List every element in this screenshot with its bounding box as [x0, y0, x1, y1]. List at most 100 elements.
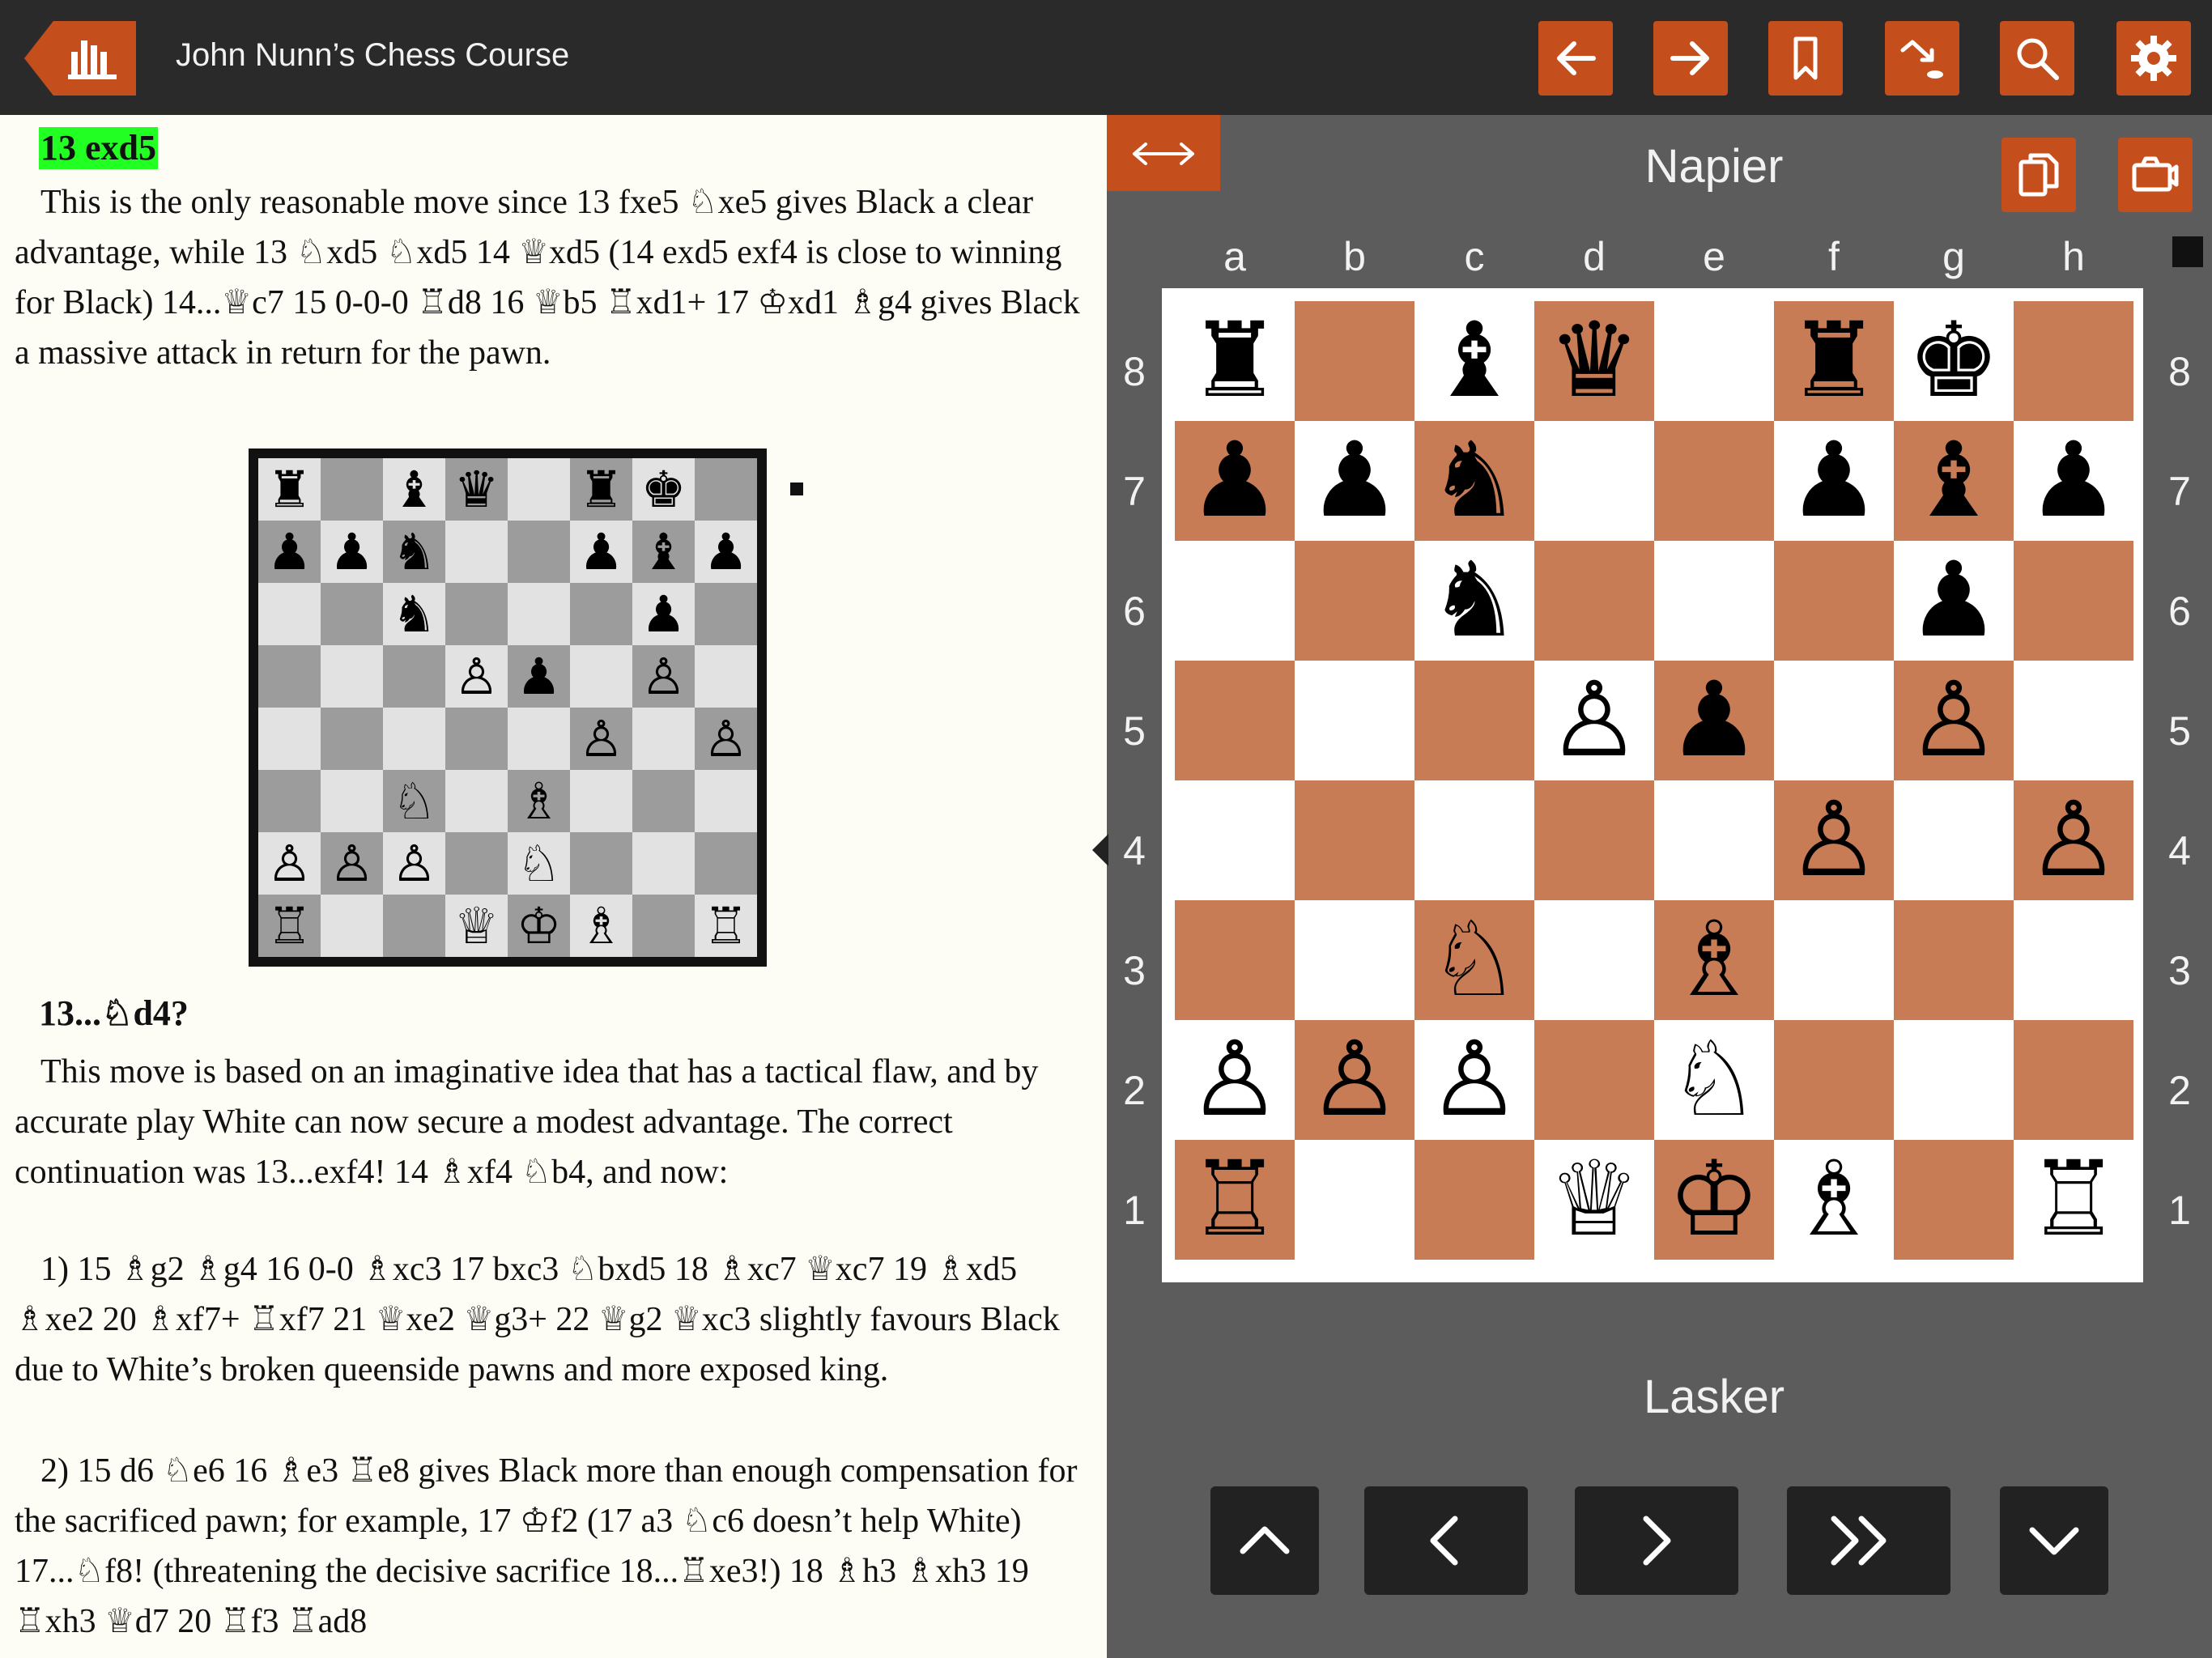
board-square-h6[interactable]	[2014, 541, 2133, 661]
diagram-square-d6[interactable]	[445, 583, 508, 645]
diagram-square-g3[interactable]	[632, 770, 695, 832]
settings-button[interactable]	[2116, 21, 2191, 96]
board-square-c5[interactable]	[1414, 661, 1534, 780]
diagram-square-f8[interactable]: ♜	[570, 458, 632, 521]
first-move-button[interactable]	[1210, 1486, 1319, 1595]
board-square-b3[interactable]	[1295, 900, 1414, 1020]
diagram-square-a5[interactable]	[258, 645, 321, 708]
board-square-h8[interactable]	[2014, 301, 2133, 421]
board-square-c1[interactable]	[1414, 1140, 1534, 1260]
diagram-square-h4[interactable]: ♙	[695, 708, 757, 770]
diagram-square-g7[interactable]: ♝	[632, 521, 695, 583]
diagram-square-c5[interactable]	[383, 645, 445, 708]
diagram-square-d2[interactable]	[445, 832, 508, 895]
diagram-square-f1[interactable]: ♗	[570, 895, 632, 957]
board-square-e8[interactable]	[1654, 301, 1774, 421]
diagram-square-a8[interactable]: ♜	[258, 458, 321, 521]
diagram-square-g8[interactable]: ♚	[632, 458, 695, 521]
board-square-e6[interactable]	[1654, 541, 1774, 661]
board-square-d5[interactable]: ♙	[1534, 661, 1654, 780]
diagram-square-d4[interactable]	[445, 708, 508, 770]
diagram-square-f4[interactable]: ♙	[570, 708, 632, 770]
board-square-f7[interactable]: ♟	[1774, 421, 1894, 541]
board-square-h1[interactable]: ♖	[2014, 1140, 2133, 1260]
diagram-square-f5[interactable]	[570, 645, 632, 708]
diagram-square-h8[interactable]	[695, 458, 757, 521]
board-square-b2[interactable]: ♙	[1295, 1020, 1414, 1140]
diagram-square-b4[interactable]	[321, 708, 383, 770]
diagram-square-g1[interactable]	[632, 895, 695, 957]
diagram-square-g6[interactable]: ♟	[632, 583, 695, 645]
board-square-b1[interactable]	[1295, 1140, 1414, 1260]
move-heading[interactable]: 13...♘d4?	[39, 992, 189, 1035]
pane-divider-handle[interactable]	[1092, 834, 1108, 866]
diagram-square-f2[interactable]	[570, 832, 632, 895]
previous-move-button[interactable]	[1364, 1486, 1528, 1595]
board-square-a1[interactable]: ♖	[1175, 1140, 1295, 1260]
board-square-e5[interactable]: ♟	[1654, 661, 1774, 780]
board-square-h7[interactable]: ♟	[2014, 421, 2133, 541]
diagram-square-e1[interactable]: ♔	[508, 895, 570, 957]
last-move-button[interactable]	[2000, 1486, 2108, 1595]
diagram-square-a4[interactable]	[258, 708, 321, 770]
board-square-d1[interactable]: ♕	[1534, 1140, 1654, 1260]
diagram-square-b2[interactable]: ♙	[321, 832, 383, 895]
diagram-square-c8[interactable]: ♝	[383, 458, 445, 521]
board-square-h2[interactable]	[2014, 1020, 2133, 1140]
board-square-e7[interactable]	[1654, 421, 1774, 541]
diagram-square-a3[interactable]	[258, 770, 321, 832]
diagram-square-b1[interactable]	[321, 895, 383, 957]
board-square-g2[interactable]	[1894, 1020, 2014, 1140]
diagram-square-e4[interactable]	[508, 708, 570, 770]
bookmark-button[interactable]	[1768, 21, 1843, 96]
diagram-square-d7[interactable]	[445, 521, 508, 583]
search-button[interactable]	[2000, 21, 2074, 96]
diagram-square-h2[interactable]	[695, 832, 757, 895]
board-square-f2[interactable]	[1774, 1020, 1894, 1140]
diagram-square-f3[interactable]	[570, 770, 632, 832]
diagram-square-e7[interactable]	[508, 521, 570, 583]
board-square-c4[interactable]	[1414, 780, 1534, 900]
diagram-square-c4[interactable]	[383, 708, 445, 770]
board-square-a3[interactable]	[1175, 900, 1295, 1020]
diagram-square-h7[interactable]: ♟	[695, 521, 757, 583]
board-square-e3[interactable]: ♗	[1654, 900, 1774, 1020]
chess-board[interactable]: ♜ ♝ ♛ ♜ ♚ ♟ ♟ ♞ ♟ ♝ ♟ ♞ ♟ ♙ ♟ ♙ ♙ ♙ ♘ ♗ ♙ ♙ ♙ ♘ ♖ ♕ ♔ ♗ ♖	[1162, 288, 2143, 1282]
board-square-b6[interactable]	[1295, 541, 1414, 661]
diagram-square-h1[interactable]: ♖	[695, 895, 757, 957]
diagram-square-c7[interactable]: ♞	[383, 521, 445, 583]
board-square-f3[interactable]	[1774, 900, 1894, 1020]
board-square-d6[interactable]	[1534, 541, 1654, 661]
board-square-c6[interactable]: ♞	[1414, 541, 1534, 661]
board-square-g4[interactable]	[1894, 780, 2014, 900]
diagram-square-a7[interactable]: ♟	[258, 521, 321, 583]
board-square-e1[interactable]: ♔	[1654, 1140, 1774, 1260]
play-forward-button[interactable]	[1787, 1486, 1950, 1595]
diagram-square-c2[interactable]: ♙	[383, 832, 445, 895]
diagram-square-a2[interactable]: ♙	[258, 832, 321, 895]
board-square-f5[interactable]	[1774, 661, 1894, 780]
library-back-button[interactable]	[24, 21, 136, 96]
board-square-h4[interactable]: ♙	[2014, 780, 2133, 900]
next-move-button[interactable]	[1575, 1486, 1738, 1595]
board-square-b4[interactable]	[1295, 780, 1414, 900]
board-square-a4[interactable]	[1175, 780, 1295, 900]
board-square-a6[interactable]	[1175, 541, 1295, 661]
board-square-a2[interactable]: ♙	[1175, 1020, 1295, 1140]
board-square-b5[interactable]	[1295, 661, 1414, 780]
camera-button[interactable]	[2118, 138, 2193, 212]
diagram-square-b5[interactable]	[321, 645, 383, 708]
board-square-b7[interactable]: ♟	[1295, 421, 1414, 541]
diagram-square-g4[interactable]	[632, 708, 695, 770]
diagram-square-f6[interactable]	[570, 583, 632, 645]
board-square-h5[interactable]	[2014, 661, 2133, 780]
board-square-d4[interactable]	[1534, 780, 1654, 900]
diagram-square-e8[interactable]	[508, 458, 570, 521]
board-square-f6[interactable]	[1774, 541, 1894, 661]
board-square-h3[interactable]	[2014, 900, 2133, 1020]
board-square-d7[interactable]	[1534, 421, 1654, 541]
diagram-square-f7[interactable]: ♟	[570, 521, 632, 583]
board-square-g7[interactable]: ♝	[1894, 421, 2014, 541]
previous-page-button[interactable]	[1538, 21, 1613, 96]
next-page-button[interactable]	[1653, 21, 1728, 96]
